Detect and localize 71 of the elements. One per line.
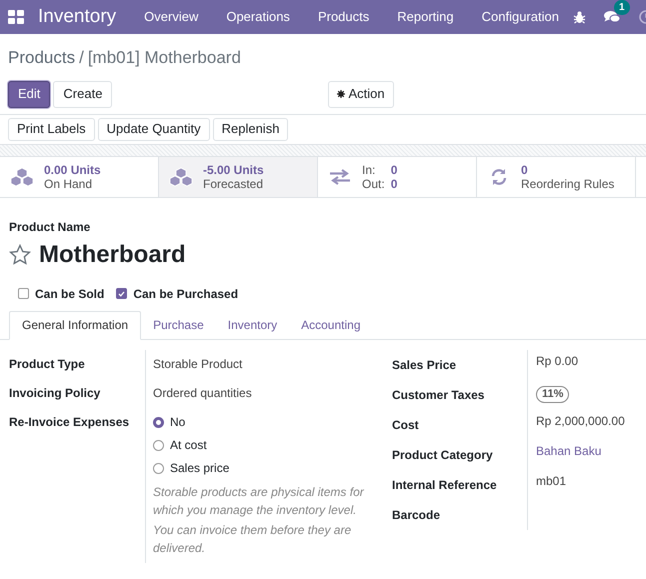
help-text: Storable products are physical items for which you manage the inventory level. bbox=[153, 484, 366, 518]
radio-label: At cost bbox=[170, 436, 207, 454]
edit-button[interactable]: Edit bbox=[8, 80, 50, 108]
stat-value: -5.00 Units bbox=[203, 162, 264, 176]
header-button[interactable]: Print Labels bbox=[8, 118, 95, 140]
radio-label: No bbox=[170, 414, 186, 430]
star-icon[interactable] bbox=[9, 244, 31, 265]
menu-item[interactable]: Configuration bbox=[468, 7, 573, 27]
apps-menu-icon[interactable] bbox=[8, 10, 24, 24]
field-value: Rp 0.00 bbox=[536, 352, 578, 368]
help-text: You can invoice them before they are delivered. bbox=[153, 522, 352, 556]
field-value: mb01 bbox=[536, 472, 566, 488]
notification-badge: 1 bbox=[614, 0, 630, 15]
field-label: Barcode bbox=[392, 506, 442, 524]
menu-item[interactable]: Products bbox=[304, 7, 384, 27]
stat-value: 0 bbox=[390, 176, 398, 190]
app-title[interactable]: Inventory bbox=[38, 2, 116, 32]
field-label: Customer Taxes bbox=[392, 386, 486, 404]
field-label: Product Name bbox=[9, 218, 92, 236]
menu-item[interactable]: Overview bbox=[130, 7, 212, 27]
field-value: Ordered quantities bbox=[153, 386, 252, 400]
stat-value: 0 bbox=[390, 162, 398, 176]
radio-button[interactable] bbox=[153, 416, 164, 428]
header-button[interactable]: Replenish bbox=[212, 118, 288, 140]
gear-icon bbox=[337, 90, 346, 98]
field-label: Sales Price bbox=[392, 356, 458, 374]
field-link[interactable]: Bahan Baku bbox=[536, 442, 602, 458]
stat-label: In: bbox=[362, 162, 376, 176]
stat-label: On Hand bbox=[44, 176, 94, 190]
radio-button[interactable] bbox=[153, 462, 164, 474]
bug-icon bbox=[572, 10, 586, 24]
header-button[interactable]: Update Quantity bbox=[98, 118, 210, 140]
field-value: Storable Product bbox=[153, 356, 242, 370]
breadcrumb-separator: / bbox=[79, 47, 84, 69]
product-name: Motherboard bbox=[39, 240, 186, 270]
field-value: Rp 2,000,000.00 bbox=[536, 412, 625, 428]
field-label: Internal Reference bbox=[392, 476, 498, 494]
field-label: Re-Invoice Expenses bbox=[9, 414, 130, 430]
stat-label: Reordering Rules bbox=[521, 176, 614, 190]
checkbox-label: Can be Sold bbox=[35, 286, 104, 302]
field-label: Invoicing Policy bbox=[9, 384, 102, 402]
refresh-icon bbox=[490, 168, 508, 186]
stat-label: Out: bbox=[362, 176, 385, 190]
tab[interactable]: Accounting bbox=[289, 310, 372, 340]
tax-tag: 11% bbox=[536, 386, 570, 402]
check-icon bbox=[118, 290, 126, 296]
field-label: Product Category bbox=[392, 446, 494, 464]
create-button[interactable]: Create bbox=[53, 80, 112, 108]
stat-label: Forecasted bbox=[203, 176, 264, 190]
tab[interactable]: Purchase bbox=[141, 310, 216, 340]
checkbox[interactable] bbox=[116, 288, 128, 299]
stat-button[interactable]: -5.00 Units Forecasted bbox=[159, 156, 318, 196]
radio-button[interactable] bbox=[153, 440, 164, 450]
checkbox-label: Can be Purchased bbox=[133, 286, 238, 302]
tab[interactable]: General Information bbox=[9, 310, 142, 340]
field-label: Cost bbox=[392, 416, 420, 434]
breadcrumb-link[interactable]: Products bbox=[8, 45, 76, 70]
checkbox[interactable] bbox=[18, 288, 29, 299]
action-button[interactable]: Action bbox=[328, 80, 394, 108]
transfer-icon bbox=[329, 168, 351, 184]
cubes-icon bbox=[169, 166, 193, 186]
tab[interactable]: Inventory bbox=[216, 310, 290, 340]
cubes-icon bbox=[10, 166, 34, 186]
menu-item[interactable]: Reporting bbox=[383, 7, 468, 27]
radio-label: Sales price bbox=[170, 460, 230, 476]
menu-item[interactable]: Operations bbox=[212, 7, 304, 27]
stat-value: 0.00 Units bbox=[44, 162, 101, 176]
chat-icon[interactable] bbox=[604, 10, 621, 24]
field-label: Product Type bbox=[9, 356, 86, 372]
stat-value: 0 bbox=[521, 162, 529, 176]
breadcrumb-current: [mb01] Motherboard bbox=[88, 47, 241, 69]
